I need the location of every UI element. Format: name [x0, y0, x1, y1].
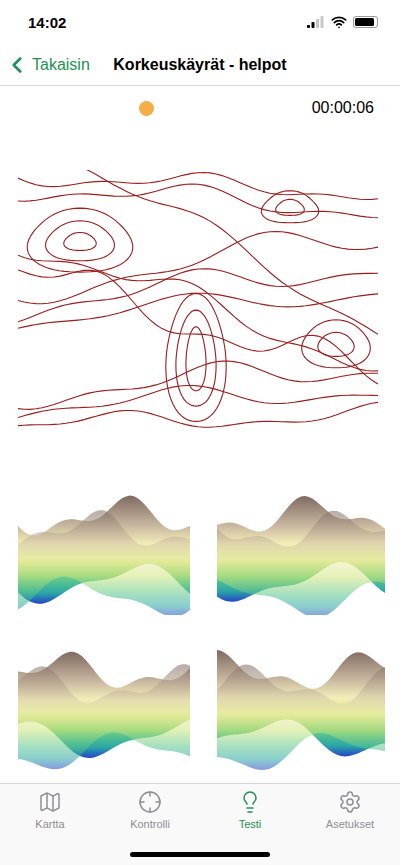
contour-line — [186, 327, 206, 391]
battery-icon — [353, 16, 378, 28]
test-header: 00:00:06 — [0, 96, 400, 120]
tab-label: Kartta — [35, 818, 64, 830]
screen: 14:02 Takaisin Korkeuskäyrät - helpot 00:00… — [0, 0, 400, 865]
contour-line — [261, 191, 318, 223]
status-bar: 14:02 — [0, 0, 400, 44]
back-button[interactable]: Takaisin — [4, 52, 90, 78]
contour-line — [18, 255, 378, 371]
battery-fill — [355, 18, 374, 26]
back-label: Takaisin — [32, 56, 90, 74]
contour-line — [302, 320, 371, 368]
chevron-left-icon — [4, 52, 30, 78]
tab-item[interactable]: Testi — [200, 790, 300, 830]
crosshair-icon — [138, 790, 162, 814]
tab-list: Kartta Kontrolli Testi Asetukset — [0, 784, 400, 830]
tab-label: Kontrolli — [130, 818, 170, 830]
tab-item[interactable]: Asetukset — [300, 790, 400, 830]
lightbulb-icon — [238, 790, 262, 814]
contour-line — [18, 269, 378, 322]
tab-label: Asetukset — [326, 818, 374, 830]
tab-bar: Kartta Kontrolli Testi Asetukset — [0, 783, 400, 865]
terrain-surface — [18, 485, 190, 615]
contour-line — [18, 293, 378, 328]
wifi-icon — [331, 14, 347, 30]
answer-option[interactable] — [215, 485, 385, 615]
contour-line — [318, 332, 354, 356]
timer: 00:00:06 — [312, 99, 374, 117]
nav-title: Korkeuskäyrät - helpot — [113, 56, 286, 74]
contour-line — [18, 170, 378, 334]
contour-line — [18, 402, 378, 427]
contour-line — [18, 184, 378, 218]
answer-options — [0, 485, 400, 770]
answer-option[interactable] — [215, 640, 385, 770]
contour-line — [18, 386, 378, 418]
tab-item[interactable]: Kartta — [0, 790, 100, 830]
gear-icon — [338, 790, 362, 814]
contour-map-panel — [18, 170, 381, 437]
nav-bar: Takaisin Korkeuskäyrät - helpot — [0, 44, 400, 86]
contour-line — [27, 208, 132, 272]
test-content: 00:00:06 — [0, 86, 400, 783]
answer-option[interactable] — [18, 640, 190, 770]
contour-line — [176, 310, 216, 406]
status-dot — [139, 101, 154, 116]
tab-label: Testi — [239, 818, 262, 830]
contour-line — [18, 173, 378, 200]
contour-line — [166, 293, 226, 421]
status-time: 14:02 — [28, 14, 66, 31]
terrain-surface — [215, 485, 385, 615]
contour-map — [18, 170, 381, 437]
answer-option[interactable] — [18, 485, 190, 615]
status-icons — [307, 14, 378, 30]
tab-item[interactable]: Kontrolli — [100, 790, 200, 830]
contour-line — [46, 221, 115, 261]
contour-line — [64, 233, 96, 251]
terrain-surface — [215, 640, 385, 770]
map-icon — [38, 790, 62, 814]
contour-line — [18, 361, 378, 409]
signal-icon — [307, 16, 325, 28]
home-indicator — [130, 852, 270, 857]
terrain-surface — [18, 640, 190, 770]
